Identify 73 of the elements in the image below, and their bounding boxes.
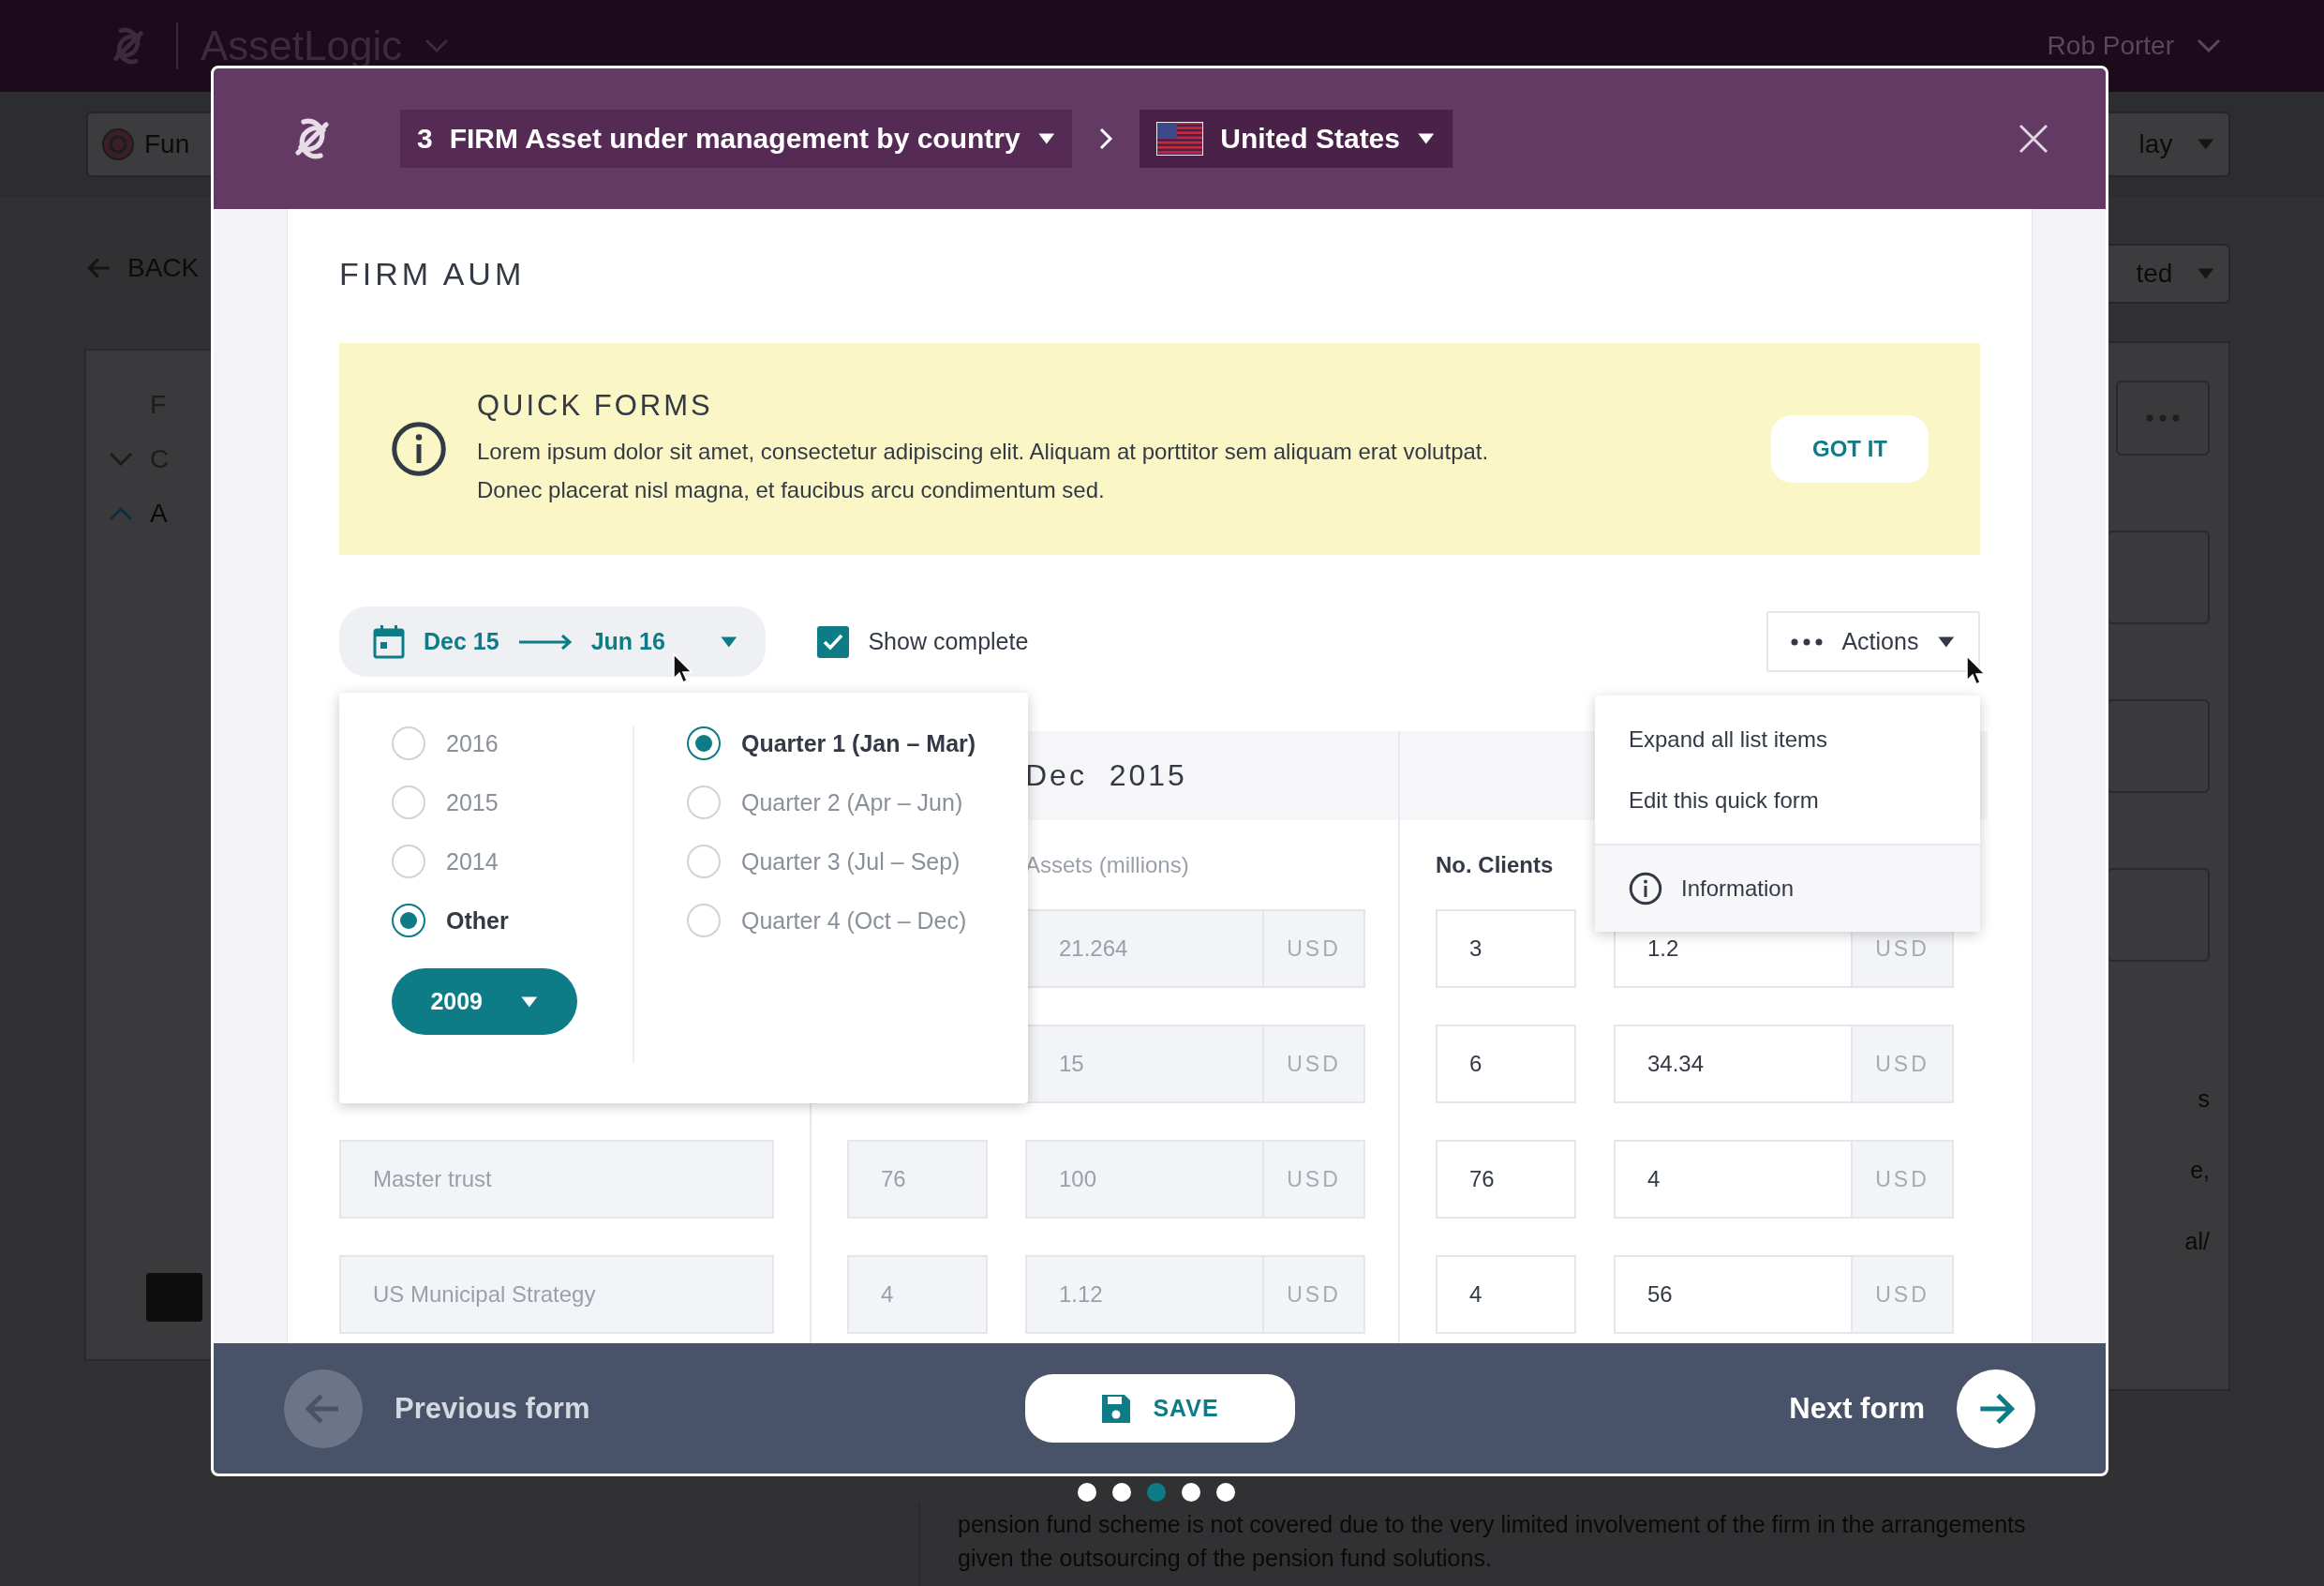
next-label[interactable]: Next form <box>1789 1391 1925 1426</box>
page-dot[interactable] <box>1112 1483 1131 1502</box>
chevron-right-icon <box>1098 127 1114 151</box>
amount-field[interactable]: 34.34 USD <box>1614 1025 1954 1103</box>
coin-icon <box>101 127 135 161</box>
chevron-up-icon <box>109 506 133 521</box>
amount-field: 21.264 USD <box>1025 909 1365 988</box>
count-field[interactable]: 4 <box>1436 1255 1576 1334</box>
close-icon <box>2018 123 2049 155</box>
column-header: No. Clients <box>1436 851 1554 878</box>
flag-icon <box>1156 122 1204 156</box>
notice-title: QUICK FORMS <box>477 389 714 423</box>
menu-item[interactable]: Edit this quick form <box>1595 770 1980 830</box>
count-field[interactable]: 76 <box>1436 1140 1576 1219</box>
year-dropdown[interactable]: 2009 <box>392 968 577 1035</box>
save-button[interactable]: SAVE <box>1024 1374 1295 1443</box>
caret-icon <box>719 635 738 649</box>
menu-item[interactable]: Expand all list items <box>1595 709 1980 770</box>
info-icon <box>1629 872 1662 905</box>
date-range-picker[interactable]: Dec 15 Jun 16 <box>339 606 767 677</box>
count-field: 4 <box>847 1255 988 1334</box>
caret-icon <box>520 995 539 1009</box>
year-label: 2014 <box>446 847 499 875</box>
quarter-label: Quarter 3 (Jul – Sep) <box>741 847 961 875</box>
year-label: 2015 <box>446 788 499 816</box>
amount-field: 1.12 USD <box>1025 1255 1365 1334</box>
quarter-radio[interactable] <box>687 726 721 760</box>
show-complete-checkbox[interactable] <box>817 625 850 658</box>
caret-icon <box>1937 635 1956 649</box>
count-field[interactable]: 6 <box>1436 1025 1576 1103</box>
cursor-icon <box>673 653 693 683</box>
column-header: Assets (millions) <box>1025 851 1189 878</box>
notice-text: Lorem ipsum dolor sit amet, consectetur adipiscing elit. Aliquam at porttitor sem aliquam erat volutpat. Donec placerat nisl magna, et faucibus arcu condimentum sed. <box>477 438 1490 504</box>
year-label: Other <box>446 906 509 935</box>
count-field[interactable]: 3 <box>1436 909 1576 988</box>
country-dropdown[interactable]: United States <box>1140 110 1452 168</box>
calendar-icon <box>373 624 405 659</box>
close-button[interactable] <box>2018 123 2049 155</box>
amount-field[interactable]: 56 USD <box>1614 1255 1954 1334</box>
page-dot[interactable] <box>1216 1483 1235 1502</box>
caret-icon <box>1417 132 1436 145</box>
count-field: 76 <box>847 1140 988 1219</box>
checkbox-label: Show complete <box>868 628 1029 655</box>
year-radio[interactable] <box>392 904 425 937</box>
long-arrow-icon <box>517 632 573 651</box>
page-dot[interactable] <box>1078 1483 1096 1502</box>
period-header: Dec 2015 <box>1025 758 1187 793</box>
chevron-down-icon <box>109 452 133 467</box>
more-icon <box>1791 637 1824 646</box>
actions-button[interactable]: Actions <box>1766 611 1980 672</box>
caret-icon <box>2197 138 2215 151</box>
chevron-down-icon <box>425 38 450 53</box>
more-icon <box>2146 414 2180 422</box>
caret-icon <box>2197 267 2215 280</box>
caret-icon <box>1036 132 1056 145</box>
quarter-label: Quarter 2 (Apr – Jun) <box>741 788 963 816</box>
quarter-label: Quarter 1 (Jan – Mar) <box>741 729 976 757</box>
form-dropdown[interactable]: 3 FIRM Asset under management by country <box>400 110 1073 168</box>
amount-field: 100 USD <box>1025 1140 1365 1219</box>
page-dot[interactable] <box>1147 1483 1166 1502</box>
year-label: 2016 <box>446 729 499 757</box>
page-dot[interactable] <box>1182 1483 1200 1502</box>
amount-field: 15 USD <box>1025 1025 1365 1103</box>
chevron-down-icon <box>2197 38 2221 53</box>
quarter-label: Quarter 4 (Oct – Dec) <box>741 906 967 935</box>
got-it-button[interactable]: GOT IT <box>1771 415 1929 483</box>
previous-label[interactable]: Previous form <box>395 1391 590 1426</box>
amount-field[interactable]: 4 USD <box>1614 1140 1954 1219</box>
dark-button[interactable] <box>146 1273 202 1322</box>
form-title: FIRM AUM <box>339 256 527 292</box>
info-icon <box>391 421 447 477</box>
more-button[interactable] <box>2116 381 2210 456</box>
check-icon <box>823 633 844 651</box>
